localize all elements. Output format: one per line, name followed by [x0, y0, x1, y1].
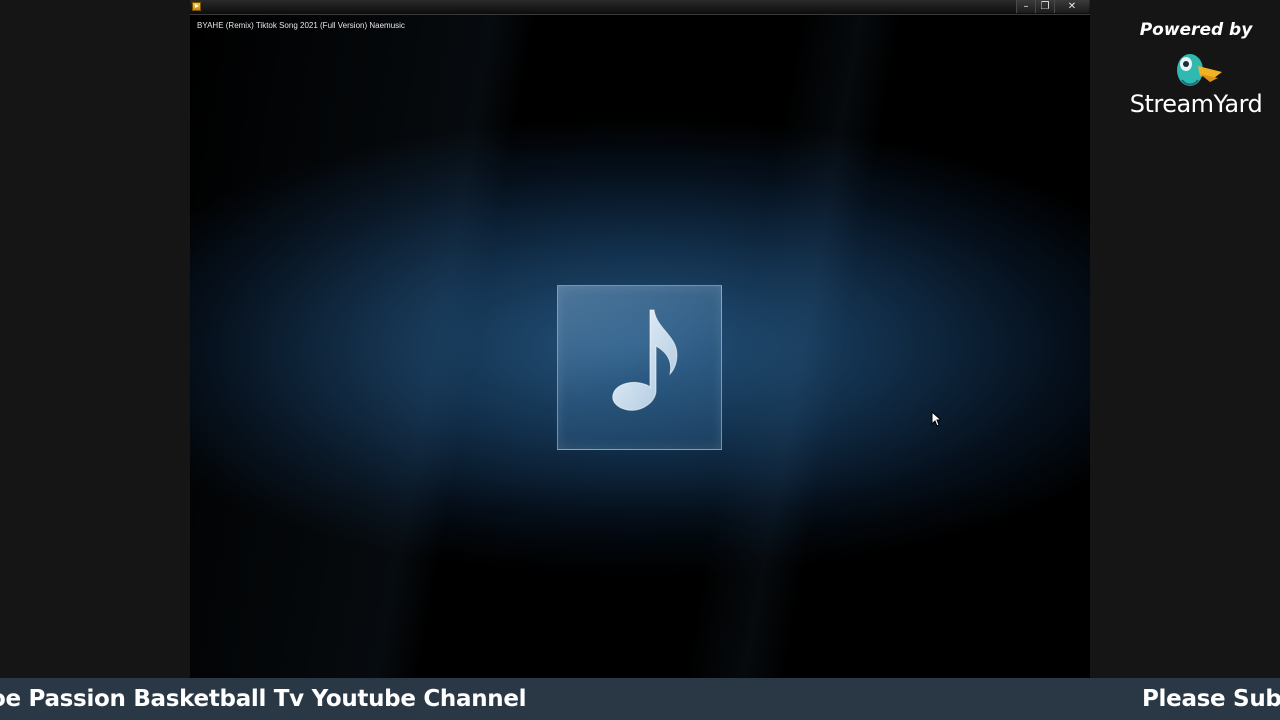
window-title-bar[interactable]: – ❐ ✕: [190, 0, 1090, 15]
media-player-icon[interactable]: [192, 2, 201, 11]
streamyard-duck-icon: [1177, 54, 1222, 86]
powered-by-label: Powered by: [1139, 20, 1253, 40]
music-note-icon: [612, 309, 678, 411]
media-title: BYAHE (Remix) Tiktok Song 2021 (Full Ver…: [197, 21, 405, 30]
minimize-button[interactable]: –: [1016, 0, 1035, 13]
video-area[interactable]: [190, 15, 1090, 678]
close-button[interactable]: ✕: [1054, 0, 1089, 13]
restore-button[interactable]: ❐: [1035, 0, 1054, 13]
streamyard-wordmark: StreamYard: [1129, 90, 1263, 118]
album-art: [557, 285, 722, 450]
bottom-ticker: oe Passion Basketball Tv Youtube Channel…: [0, 678, 1280, 720]
ticker-text-secondary: Please Subs: [1142, 686, 1280, 712]
media-player-window[interactable]: – ❐ ✕ BYAHE (Remix) Tiktok Song 2021 (Fu…: [190, 0, 1090, 678]
left-margin: [0, 0, 190, 678]
mouse-cursor-icon: [931, 411, 941, 427]
ticker-text-primary: oe Passion Basketball Tv Youtube Channel: [0, 686, 527, 712]
stream-canvas: – ❐ ✕ BYAHE (Remix) Tiktok Song 2021 (Fu…: [0, 0, 1280, 720]
